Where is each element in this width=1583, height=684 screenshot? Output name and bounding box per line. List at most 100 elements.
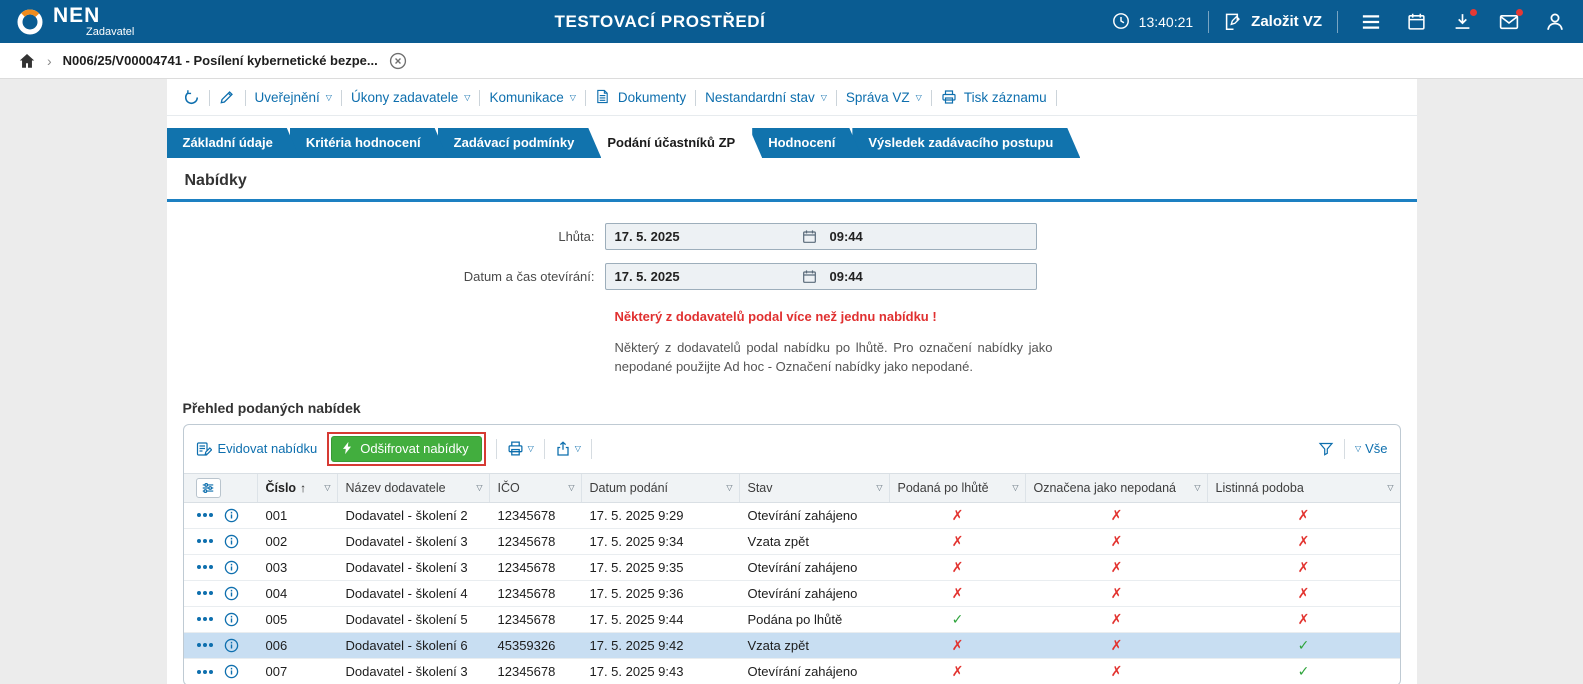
row-info-icon[interactable] — [224, 586, 239, 601]
col-stav[interactable]: Stav ▽ — [740, 473, 890, 502]
tab-1[interactable]: Základní údaje — [167, 128, 300, 158]
menu-tisk-zaznamu[interactable]: Tisk záznamu — [941, 89, 1047, 106]
calendar-icon[interactable] — [802, 229, 817, 244]
cell-datum: 17. 5. 2025 9:42 — [589, 637, 684, 653]
row-menu-icon[interactable] — [196, 591, 215, 596]
menu-sprava-vz[interactable]: Správa VZ ▽ — [846, 90, 922, 105]
calendar-icon[interactable] — [1407, 12, 1427, 32]
filter-icon[interactable]: ▽ — [1190, 483, 1200, 492]
col-podana-po-lhute[interactable]: Podaná po lhůtě ▽ — [890, 473, 1026, 502]
table-row[interactable]: 002 Dodavatel - školení 3 12345678 17. 5… — [183, 529, 1400, 555]
row-info-icon[interactable] — [224, 560, 239, 575]
chevron-down-icon: ▽ — [574, 444, 581, 454]
clock-icon — [1112, 12, 1132, 32]
breadcrumb-item[interactable]: N006/25/V00004741 - Posílení kybernetick… — [63, 53, 378, 68]
cell-nepodana: ✗ — [1110, 532, 1123, 549]
tab-4[interactable]: Podání účastníků ZP — [591, 128, 762, 158]
menu-nestandardni-stav[interactable]: Nestandardní stav ▽ — [705, 90, 827, 105]
user-icon[interactable] — [1545, 12, 1565, 32]
col-datum-podani[interactable]: Datum podání ▽ — [582, 473, 740, 502]
close-record-icon[interactable] — [389, 52, 407, 70]
cell-po-lhute: ✗ — [951, 663, 964, 680]
lhuta-time-value[interactable]: 09:44 — [817, 229, 863, 244]
calendar-icon[interactable] — [802, 269, 817, 284]
decrypt-highlight-box: Odšifrovat nabídky — [327, 431, 486, 466]
row-menu-icon[interactable] — [196, 669, 215, 674]
environment-title: TESTOVACÍ PROSTŘEDÍ — [554, 11, 766, 31]
tab-2[interactable]: Kritéria hodnocení — [290, 128, 448, 158]
col-ico[interactable]: IČO ▽ — [490, 473, 582, 502]
table-row[interactable]: 001 Dodavatel - školení 2 12345678 17. 5… — [183, 503, 1400, 529]
lhuta-date-value[interactable]: 17. 5. 2025 — [606, 229, 802, 244]
filter-button[interactable] — [1318, 441, 1334, 457]
create-vz-button[interactable]: Založit VZ — [1224, 12, 1322, 32]
table-row[interactable]: 004 Dodavatel - školení 4 12345678 17. 5… — [183, 581, 1400, 607]
row-info-icon[interactable] — [224, 508, 239, 523]
col-cislo[interactable]: Číslo ↑ ▽ — [258, 473, 338, 502]
filter-icon[interactable]: ▽ — [1008, 483, 1018, 492]
table-row[interactable]: 005 Dodavatel - školení 5 12345678 17. 5… — [183, 607, 1400, 633]
view-filter-dropdown[interactable]: ▽ Vše — [1355, 441, 1388, 456]
document-icon — [595, 89, 612, 106]
menu-komunikace[interactable]: Komunikace ▽ — [489, 90, 575, 105]
col-nazev-dodavatele[interactable]: Název dodavatele ▽ — [338, 473, 490, 502]
cell-po-lhute: ✗ — [951, 506, 964, 523]
row-info-icon[interactable] — [224, 638, 239, 653]
lhuta-label: Lhůta: — [558, 229, 595, 244]
row-info-icon[interactable] — [224, 534, 239, 549]
row-menu-icon[interactable] — [196, 539, 215, 544]
sort-asc-icon[interactable]: ↑ — [300, 481, 306, 495]
decrypt-offers-button[interactable]: Odšifrovat nabídky — [331, 435, 482, 462]
otevirani-datetime-input[interactable]: 17. 5. 2025 09:44 — [604, 263, 1037, 290]
col-listinna-podoba[interactable]: Listinná podoba ▽ — [1208, 474, 1400, 502]
menu-dokumenty[interactable]: Dokumenty — [595, 89, 686, 106]
table-row[interactable]: 003 Dodavatel - školení 3 12345678 17. 5… — [183, 555, 1400, 581]
nen-logo[interactable]: NEN Zadavatel — [16, 5, 134, 38]
home-icon[interactable] — [18, 52, 36, 70]
row-menu-icon[interactable] — [196, 617, 215, 622]
cell-nepodana: ✗ — [1110, 558, 1123, 575]
col-oznacena-jako-nepodana[interactable]: Označena jako nepodaná ▽ — [1026, 473, 1208, 502]
filter-icon — [1318, 442, 1334, 456]
row-menu-icon[interactable] — [196, 643, 215, 648]
menu-ukony-zadavatele[interactable]: Úkony zadavatele ▽ — [351, 90, 470, 105]
cell-po-lhute: ✗ — [951, 636, 964, 653]
cell-nepodana: ✗ — [1110, 663, 1123, 680]
register-offer-button[interactable]: Evidovat nabídku — [196, 441, 317, 457]
filter-icon[interactable]: ▽ — [564, 483, 574, 492]
tab-3[interactable]: Zadávací podmínky — [438, 128, 602, 158]
filter-icon[interactable]: ▽ — [472, 483, 482, 492]
otevirani-time-value[interactable]: 09:44 — [817, 269, 863, 284]
cell-dodavatel: Dodavatel - školení 3 — [345, 559, 468, 575]
row-menu-icon[interactable] — [196, 513, 215, 518]
download-icon[interactable] — [1453, 8, 1477, 32]
row-info-icon[interactable] — [224, 612, 239, 627]
otevirani-date-value[interactable]: 17. 5. 2025 — [606, 269, 802, 284]
chevron-down-icon: ▽ — [915, 93, 922, 102]
column-settings-icon[interactable] — [195, 477, 221, 498]
edit-icon[interactable] — [219, 89, 236, 106]
row-info-icon[interactable] — [224, 664, 239, 679]
export-table-button[interactable]: ▽ — [555, 441, 581, 457]
tab-6[interactable]: Výsledek zadávacího postupu — [852, 128, 1080, 158]
filter-icon[interactable]: ▽ — [872, 483, 882, 492]
filter-icon[interactable]: ▽ — [320, 483, 330, 492]
menu-hamburger-icon[interactable] — [1361, 12, 1381, 32]
history-icon[interactable] — [183, 89, 200, 106]
print-table-button[interactable]: ▽ — [507, 440, 534, 457]
chevron-down-icon: ▽ — [569, 93, 576, 102]
cell-po-lhute: ✗ — [951, 584, 964, 601]
nen-logo-icon — [17, 9, 43, 34]
filter-icon[interactable]: ▽ — [722, 483, 732, 492]
cell-datum: 17. 5. 2025 9:29 — [589, 507, 684, 523]
cell-po-lhute: ✗ — [951, 558, 964, 575]
lhuta-datetime-input[interactable]: 17. 5. 2025 09:44 — [604, 223, 1037, 250]
table-row[interactable]: 007 Dodavatel - školení 3 12345678 17. 5… — [184, 659, 1400, 684]
mail-icon[interactable] — [1499, 8, 1523, 32]
menu-uverejneni[interactable]: Uveřejnění ▽ — [255, 90, 332, 105]
row-menu-icon[interactable] — [196, 565, 215, 570]
filter-icon[interactable]: ▽ — [1383, 483, 1393, 492]
table-row[interactable]: 006 Dodavatel - školení 6 45359326 17. 5… — [183, 632, 1400, 659]
tab-5[interactable]: Hodnocení — [752, 128, 862, 158]
cell-cislo: 003 — [265, 559, 288, 575]
